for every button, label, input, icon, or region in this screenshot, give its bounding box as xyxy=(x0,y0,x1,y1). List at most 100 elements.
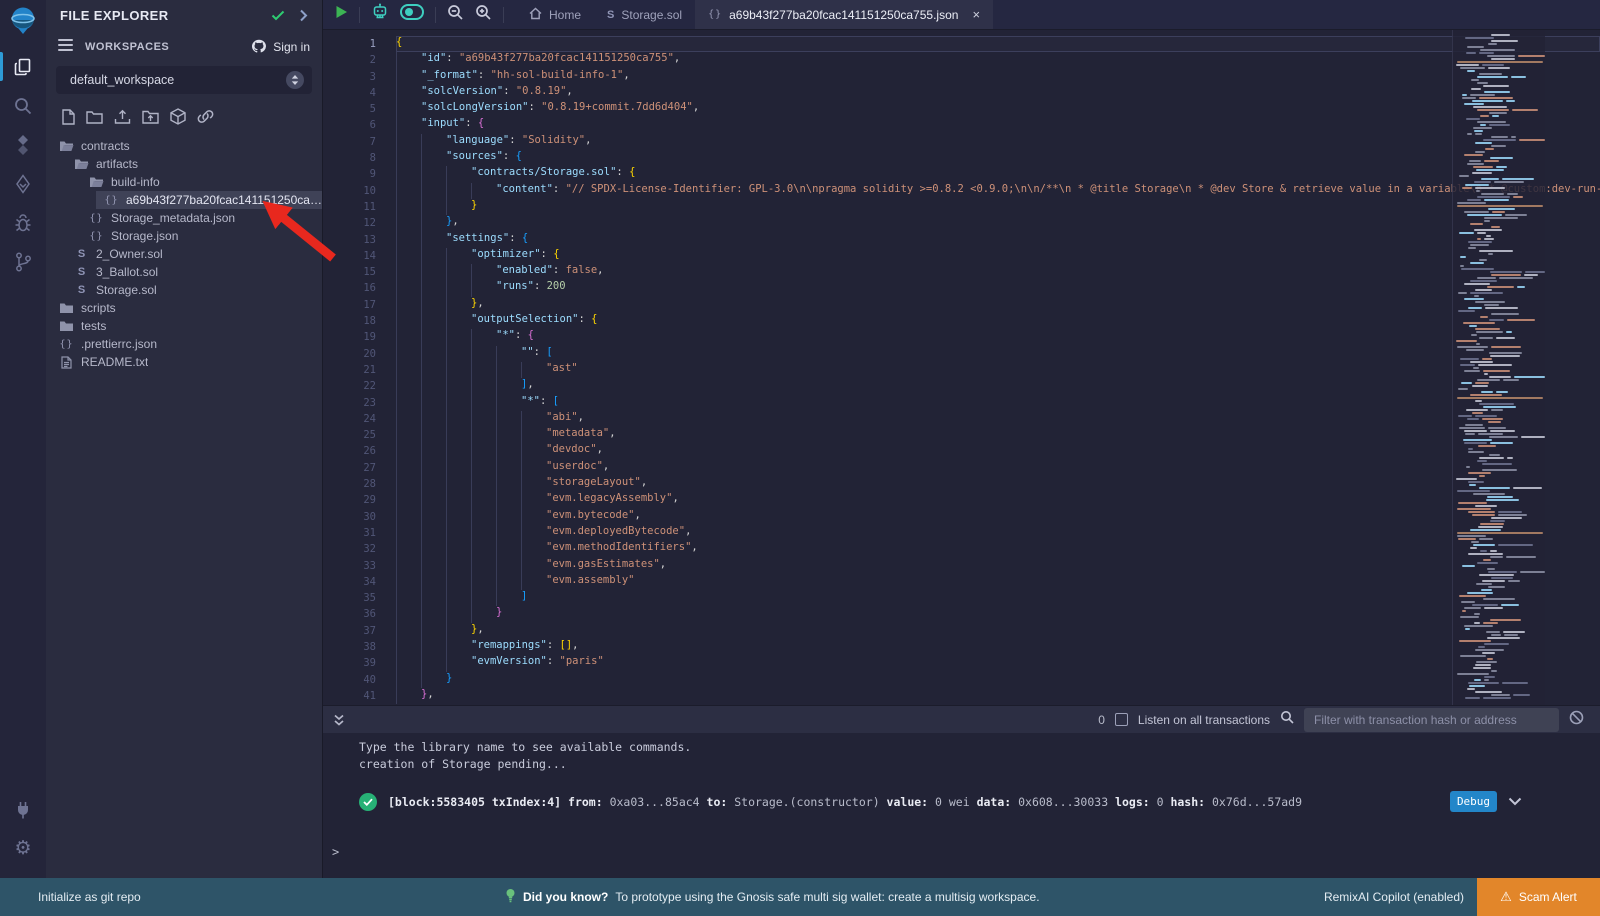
line-number: 35 xyxy=(323,590,376,606)
code-line[interactable]: "content": "// SPDX-License-Identifier: … xyxy=(396,183,1600,199)
code-line[interactable]: "solcLongVersion": "0.8.19+commit.7dd6d4… xyxy=(396,101,1600,117)
code-line[interactable]: "ast" xyxy=(396,362,1600,378)
code-line[interactable]: } xyxy=(396,606,1600,622)
workspaces-menu-icon[interactable] xyxy=(58,38,73,56)
code-line[interactable]: "solcVersion": "0.8.19", xyxy=(396,85,1600,101)
code-line[interactable]: "contracts/Storage.sol": { xyxy=(396,166,1600,182)
zoom-in-icon[interactable] xyxy=(475,4,492,26)
tree-item-a69b43f277ba20fcac141151250ca7[interactable]: {}a69b43f277ba20fcac141151250ca7... xyxy=(46,191,322,209)
tip-title: Did you know? xyxy=(523,890,608,904)
terminal-body[interactable]: Type the library name to see available c… xyxy=(323,733,1600,878)
github-sign-in-button[interactable]: Sign in xyxy=(251,39,310,56)
code-line[interactable]: "sources": { xyxy=(396,150,1600,166)
tab-build-info-json[interactable]: {} a69b43f277ba20fcac141151250ca755.json… xyxy=(695,0,993,29)
expand-transaction-icon[interactable] xyxy=(1508,797,1522,806)
code-line[interactable]: "storageLayout", xyxy=(396,476,1600,492)
listen-all-transactions-checkbox[interactable] xyxy=(1115,713,1128,726)
tree-item-contracts[interactable]: contracts xyxy=(46,137,322,155)
plugin-manager-icon[interactable] xyxy=(0,790,46,829)
upload-file-icon[interactable] xyxy=(114,109,131,125)
zoom-out-icon[interactable] xyxy=(447,4,464,26)
tree-item-3-ballot-sol[interactable]: S3_Ballot.sol xyxy=(46,263,322,281)
code-line[interactable]: }, xyxy=(396,623,1600,639)
search-icon xyxy=(1280,710,1294,729)
code-line[interactable]: "abi", xyxy=(396,411,1600,427)
import-url-icon[interactable] xyxy=(197,109,214,124)
new-file-icon[interactable] xyxy=(62,109,75,125)
code-line[interactable]: } xyxy=(396,199,1600,215)
code-line[interactable]: { xyxy=(396,36,1600,52)
code-line[interactable]: "evm.deployedBytecode", xyxy=(396,525,1600,541)
search-icon[interactable] xyxy=(0,86,46,125)
tree-item-prettierrc-json[interactable]: {}.prettierrc.json xyxy=(46,335,322,353)
scam-alert-badge[interactable]: ⚠ Scam Alert xyxy=(1477,878,1600,916)
run-script-icon[interactable] xyxy=(335,5,348,24)
code-line[interactable]: "evmVersion": "paris" xyxy=(396,655,1600,671)
code-line[interactable]: "settings": { xyxy=(396,232,1600,248)
tree-item-storage-metadata-json[interactable]: {}Storage_metadata.json xyxy=(46,209,322,227)
workspace-select[interactable]: default_workspace xyxy=(56,66,312,94)
code-line[interactable]: "evm.gasEstimates", xyxy=(396,558,1600,574)
terminal-prompt[interactable]: > xyxy=(332,845,339,859)
code-line[interactable]: }, xyxy=(396,297,1600,313)
code-line[interactable]: "_format": "hh-sol-build-info-1", xyxy=(396,69,1600,85)
code-line[interactable]: "evm.assembly" xyxy=(396,574,1600,590)
remix-logo[interactable] xyxy=(8,5,38,37)
close-tab-icon[interactable]: × xyxy=(972,8,980,21)
ai-assistant-robot-icon[interactable] xyxy=(371,3,389,26)
code-line[interactable]: "optimizer": { xyxy=(396,248,1600,264)
new-folder-icon[interactable] xyxy=(86,110,103,124)
tree-item-artifacts[interactable]: artifacts xyxy=(46,155,322,173)
debugger-icon[interactable] xyxy=(0,203,46,242)
tab-home[interactable]: Home xyxy=(516,0,594,29)
tab-storage-sol[interactable]: S Storage.sol xyxy=(594,0,695,29)
code-line[interactable]: "userdoc", xyxy=(396,460,1600,476)
code-line[interactable]: "devdoc", xyxy=(396,443,1600,459)
code-line[interactable]: "evm.methodIdentifiers", xyxy=(396,541,1600,557)
minimap[interactable] xyxy=(1452,30,1545,705)
code-line[interactable]: ] xyxy=(396,590,1600,606)
tree-item-storage-json[interactable]: {}Storage.json xyxy=(46,227,322,245)
copilot-status[interactable]: RemixAI Copilot (enabled) xyxy=(1324,890,1464,904)
tree-item-build-info[interactable]: build-info xyxy=(46,173,322,191)
code-line[interactable]: "evm.bytecode", xyxy=(396,509,1600,525)
tree-item-2-owner-sol[interactable]: S2_Owner.sol xyxy=(46,245,322,263)
code-line[interactable]: "id": "a69b43f277ba20fcac141151250ca755"… xyxy=(396,52,1600,68)
code-content[interactable]: {"id": "a69b43f277ba20fcac141151250ca755… xyxy=(396,36,1600,704)
terminal-collapse-icon[interactable] xyxy=(333,713,345,727)
code-line[interactable]: "input": { xyxy=(396,117,1600,133)
chevron-right-icon[interactable] xyxy=(299,9,308,22)
tree-item-readme-txt[interactable]: README.txt xyxy=(46,353,322,371)
transaction-row[interactable]: [block:5583405 txIndex:4] from: 0xa03...… xyxy=(359,791,1522,812)
debug-button[interactable]: Debug xyxy=(1450,791,1497,812)
code-line[interactable]: }, xyxy=(396,688,1600,704)
code-line[interactable]: }, xyxy=(396,215,1600,231)
line-number: 30 xyxy=(323,509,376,525)
copilot-toggle-icon[interactable] xyxy=(400,4,424,25)
tree-item-tests[interactable]: tests xyxy=(46,317,322,335)
code-line[interactable]: "outputSelection": { xyxy=(396,313,1600,329)
code-line[interactable]: "evm.legacyAssembly", xyxy=(396,492,1600,508)
transaction-filter-input[interactable] xyxy=(1304,708,1559,732)
settings-icon[interactable]: ⚙ xyxy=(0,829,46,868)
upload-folder-icon[interactable] xyxy=(142,109,159,124)
code-line[interactable]: ], xyxy=(396,378,1600,394)
file-explorer-icon[interactable] xyxy=(0,47,46,86)
solidity-compiler-icon[interactable] xyxy=(0,125,46,164)
clear-console-icon[interactable] xyxy=(1569,710,1584,730)
code-line[interactable]: } xyxy=(396,672,1600,688)
git-init-status[interactable]: Initialize as git repo xyxy=(38,890,141,904)
code-line[interactable]: "runs": 200 xyxy=(396,280,1600,296)
tree-item-storage-sol[interactable]: SStorage.sol xyxy=(46,281,322,299)
code-line[interactable]: "": [ xyxy=(396,346,1600,362)
deploy-and-run-icon[interactable] xyxy=(0,164,46,203)
code-line[interactable]: "*": [ xyxy=(396,395,1600,411)
code-line[interactable]: "remappings": [], xyxy=(396,639,1600,655)
git-icon[interactable] xyxy=(0,242,46,281)
code-line[interactable]: "*": { xyxy=(396,329,1600,345)
code-line[interactable]: "enabled": false, xyxy=(396,264,1600,280)
import-ipfs-icon[interactable] xyxy=(170,108,186,125)
code-line[interactable]: "language": "Solidity", xyxy=(396,134,1600,150)
code-line[interactable]: "metadata", xyxy=(396,427,1600,443)
tree-item-scripts[interactable]: scripts xyxy=(46,299,322,317)
